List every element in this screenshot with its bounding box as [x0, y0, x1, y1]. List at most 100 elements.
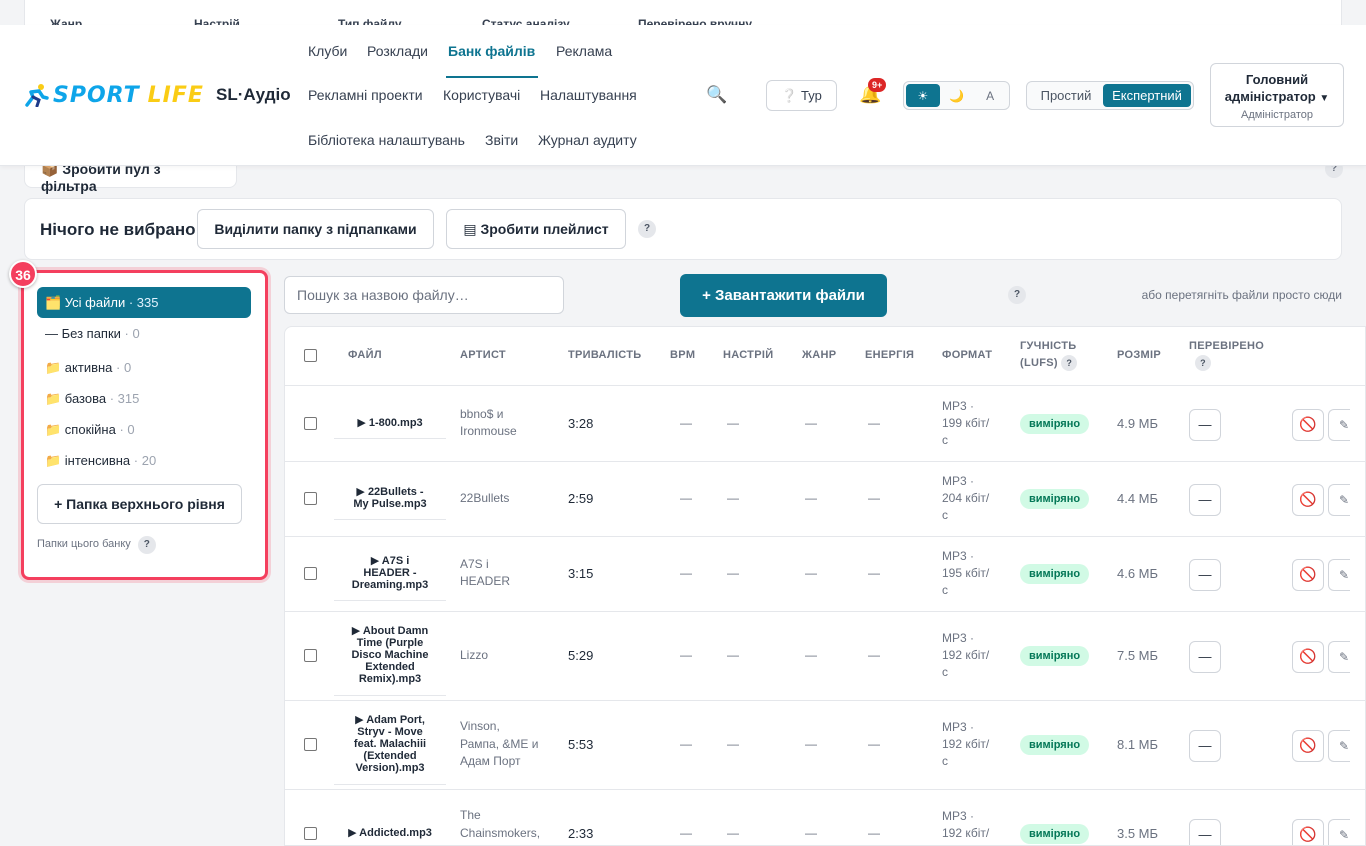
col-duration[interactable]: ТРИВАЛІСТЬ [568, 347, 642, 364]
col-loudness[interactable]: ГУЧНІСТЬ(LUFS) ? [1020, 338, 1077, 372]
mode-expert-button[interactable]: Експертний [1103, 84, 1191, 107]
duration-cell: 3:15 [568, 566, 593, 581]
tour-button[interactable]: ❔ Тур [766, 80, 837, 111]
file-name-link[interactable]: ▶ A7S іHEADER -Dreaming.mp3 [345, 555, 435, 591]
format-line: MP3 · [942, 808, 998, 825]
verified-help-icon[interactable]: ? [1195, 355, 1211, 371]
verified-toggle-button[interactable]: — [1189, 559, 1221, 591]
duration-cell: 5:29 [568, 648, 593, 663]
nav-schedules[interactable]: Розклади [367, 43, 428, 59]
folder-no-folder[interactable]: — Без папки · 0 [37, 318, 251, 349]
col-genre[interactable]: ЖАНР [802, 347, 836, 364]
mode-simple-button[interactable]: Простий [1029, 84, 1103, 107]
nav-audit-log[interactable]: Журнал аудиту [538, 132, 637, 148]
file-name-link[interactable]: ▶ Addicted.mp3 [345, 827, 435, 839]
upload-help-icon[interactable]: ? [1008, 286, 1026, 304]
make-playlist-button[interactable]: ▤ Зробити плейлист [446, 209, 626, 249]
row-checkbox[interactable] [304, 492, 317, 505]
format-line: MP3 · [942, 473, 998, 490]
disable-icon[interactable]: 🚫 [1292, 409, 1324, 441]
loudness-status-badge: виміряно [1020, 414, 1089, 434]
file-name-link[interactable]: ▶ 22Bullets -My Pulse.mp3 [345, 486, 435, 510]
format-line: 204 кбіт/ [942, 490, 998, 507]
col-file[interactable]: ФАЙЛ [348, 347, 382, 364]
mood-cell: — [727, 648, 739, 662]
select-folder-button[interactable]: Виділити папку з підпапками [197, 209, 434, 249]
col-bpm[interactable]: BPM [670, 347, 695, 364]
col-energy[interactable]: ЕНЕРГІЯ [865, 347, 914, 364]
artist-cell: Lizzo [460, 647, 488, 665]
disable-icon[interactable]: 🚫 [1292, 819, 1324, 846]
nav-ad-projects[interactable]: Рекламні проекти [308, 87, 423, 103]
file-name-line: Remix).mp3 [345, 673, 435, 685]
nav-reports[interactable]: Звіти [485, 132, 518, 148]
folders-note: Папки цього банку ? [37, 536, 152, 554]
disable-icon[interactable]: 🚫 [1292, 484, 1324, 516]
nav-settings[interactable]: Налаштування [540, 87, 637, 103]
file-search-input[interactable]: Пошук за назвою файлу… [284, 276, 564, 314]
folder-calm[interactable]: 📁 спокійна · 0 [37, 414, 251, 445]
verified-toggle-button[interactable]: — [1189, 641, 1221, 673]
selection-help-icon[interactable]: ? [638, 220, 656, 238]
disable-icon[interactable]: 🚫 [1292, 641, 1324, 673]
edit-icon[interactable]: ✎ [1328, 730, 1350, 762]
row-checkbox[interactable] [304, 649, 317, 662]
folder-intense[interactable]: 📁 інтенсивна · 20 [37, 445, 251, 476]
loudness-help-icon[interactable]: ? [1061, 355, 1077, 371]
search-icon[interactable]: 🔍 [706, 85, 727, 105]
disable-icon[interactable]: 🚫 [1292, 559, 1324, 591]
bpm-cell: — [680, 737, 692, 751]
select-all-checkbox[interactable] [304, 349, 317, 362]
nav-ads[interactable]: Реклама [556, 43, 612, 59]
verified-toggle-button[interactable]: — [1189, 730, 1221, 762]
col-size[interactable]: РОЗМІР [1117, 347, 1161, 364]
theme-dark-button[interactable]: 🌙 [940, 84, 974, 107]
nav-file-bank[interactable]: Банк файлів [448, 43, 535, 59]
row-checkbox[interactable] [304, 827, 317, 840]
col-artist[interactable]: АРТИСТ [460, 347, 506, 364]
folder-label: 📁 інтенсивна [45, 453, 130, 468]
folder-all-files[interactable]: 🗂️ Усі файли · 335 [37, 287, 251, 318]
file-name-link[interactable]: ▶ Adam Port,Stryv - Movefeat. Malachiii(… [345, 714, 435, 774]
nav-clubs[interactable]: Клуби [308, 43, 347, 59]
row-checkbox[interactable] [304, 417, 317, 430]
row-checkbox[interactable] [304, 738, 317, 751]
nav-settings-library[interactable]: Бібліотека налаштувань [308, 132, 465, 148]
verified-toggle-button[interactable]: — [1189, 409, 1221, 441]
row-checkbox[interactable] [304, 567, 317, 580]
edit-icon[interactable]: ✎ [1328, 484, 1350, 516]
folder-active[interactable]: 📁 активна · 0 [37, 352, 251, 383]
disable-icon[interactable]: 🚫 [1292, 730, 1324, 762]
verified-toggle-button[interactable]: — [1189, 819, 1221, 846]
folder-label: 🗂️ Усі файли [45, 295, 125, 310]
edit-icon[interactable]: ✎ [1328, 641, 1350, 673]
artist-line: HEADER [460, 573, 510, 591]
edit-icon[interactable]: ✎ [1328, 819, 1350, 846]
theme-light-button[interactable]: ☀ [906, 84, 940, 107]
add-top-folder-button[interactable]: + Папка верхнього рівня [37, 484, 242, 524]
edit-icon[interactable]: ✎ [1328, 409, 1350, 441]
artist-line: Inky Zach [460, 842, 540, 846]
user-menu[interactable]: Головний адміністратор ▼ Адміністратор [1210, 63, 1344, 127]
format-line: 192 кбіт/ [942, 825, 998, 842]
folder-basic[interactable]: 📁 базова · 315 [37, 383, 251, 414]
app-name: SL·Аудіо [216, 85, 291, 105]
col-format[interactable]: ФОРМАТ [942, 347, 992, 364]
theme-auto-button[interactable]: A [973, 84, 1007, 107]
energy-cell: — [868, 416, 880, 430]
nav-users[interactable]: Користувачі [443, 87, 520, 103]
size-cell: 4.4 МБ [1117, 491, 1158, 506]
verified-toggle-button[interactable]: — [1189, 484, 1221, 516]
col-mood[interactable]: НАСТРІЙ [723, 347, 773, 364]
col-verified[interactable]: ПЕРЕВІРЕНО? [1189, 338, 1264, 372]
folders-help-icon[interactable]: ? [138, 536, 156, 554]
edit-icon[interactable]: ✎ [1328, 559, 1350, 591]
file-name-line: Stryv - Move [345, 726, 435, 738]
app-header: SPORT LIFE SL·Аудіо Клуби Розклади Банк … [0, 25, 1366, 166]
upload-files-button[interactable]: + Завантажити файли [680, 274, 887, 317]
format-line: с [942, 432, 998, 449]
sport-life-logo[interactable]: SPORT LIFE [23, 83, 204, 107]
file-name-line: ▶ 22Bullets - [345, 486, 435, 498]
file-name-link[interactable]: ▶ About DamnTime (PurpleDisco MachineExt… [345, 625, 435, 685]
file-name-link[interactable]: ▶ 1-800.mp3 [345, 417, 435, 429]
